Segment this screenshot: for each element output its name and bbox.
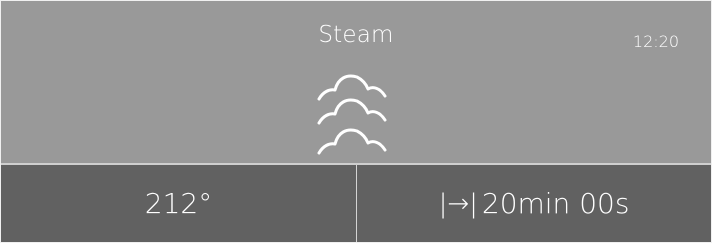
temperature-value: 212°: [144, 187, 213, 220]
duration-setting[interactable]: |→| 20min 00s: [357, 165, 711, 242]
oven-display: Steam 12:20 212° |→| 20min 00s: [0, 0, 712, 243]
settings-row: 212° |→| 20min 00s: [1, 165, 711, 242]
clock: 12:20: [632, 32, 679, 51]
duration-value: 20min 00s: [481, 187, 630, 220]
mode-title: Steam: [318, 22, 394, 48]
temperature-setting[interactable]: 212°: [1, 165, 357, 242]
duration-icon: |→|: [438, 188, 478, 219]
mode-panel: Steam 12:20: [1, 1, 711, 165]
steam-icon: [317, 74, 387, 155]
